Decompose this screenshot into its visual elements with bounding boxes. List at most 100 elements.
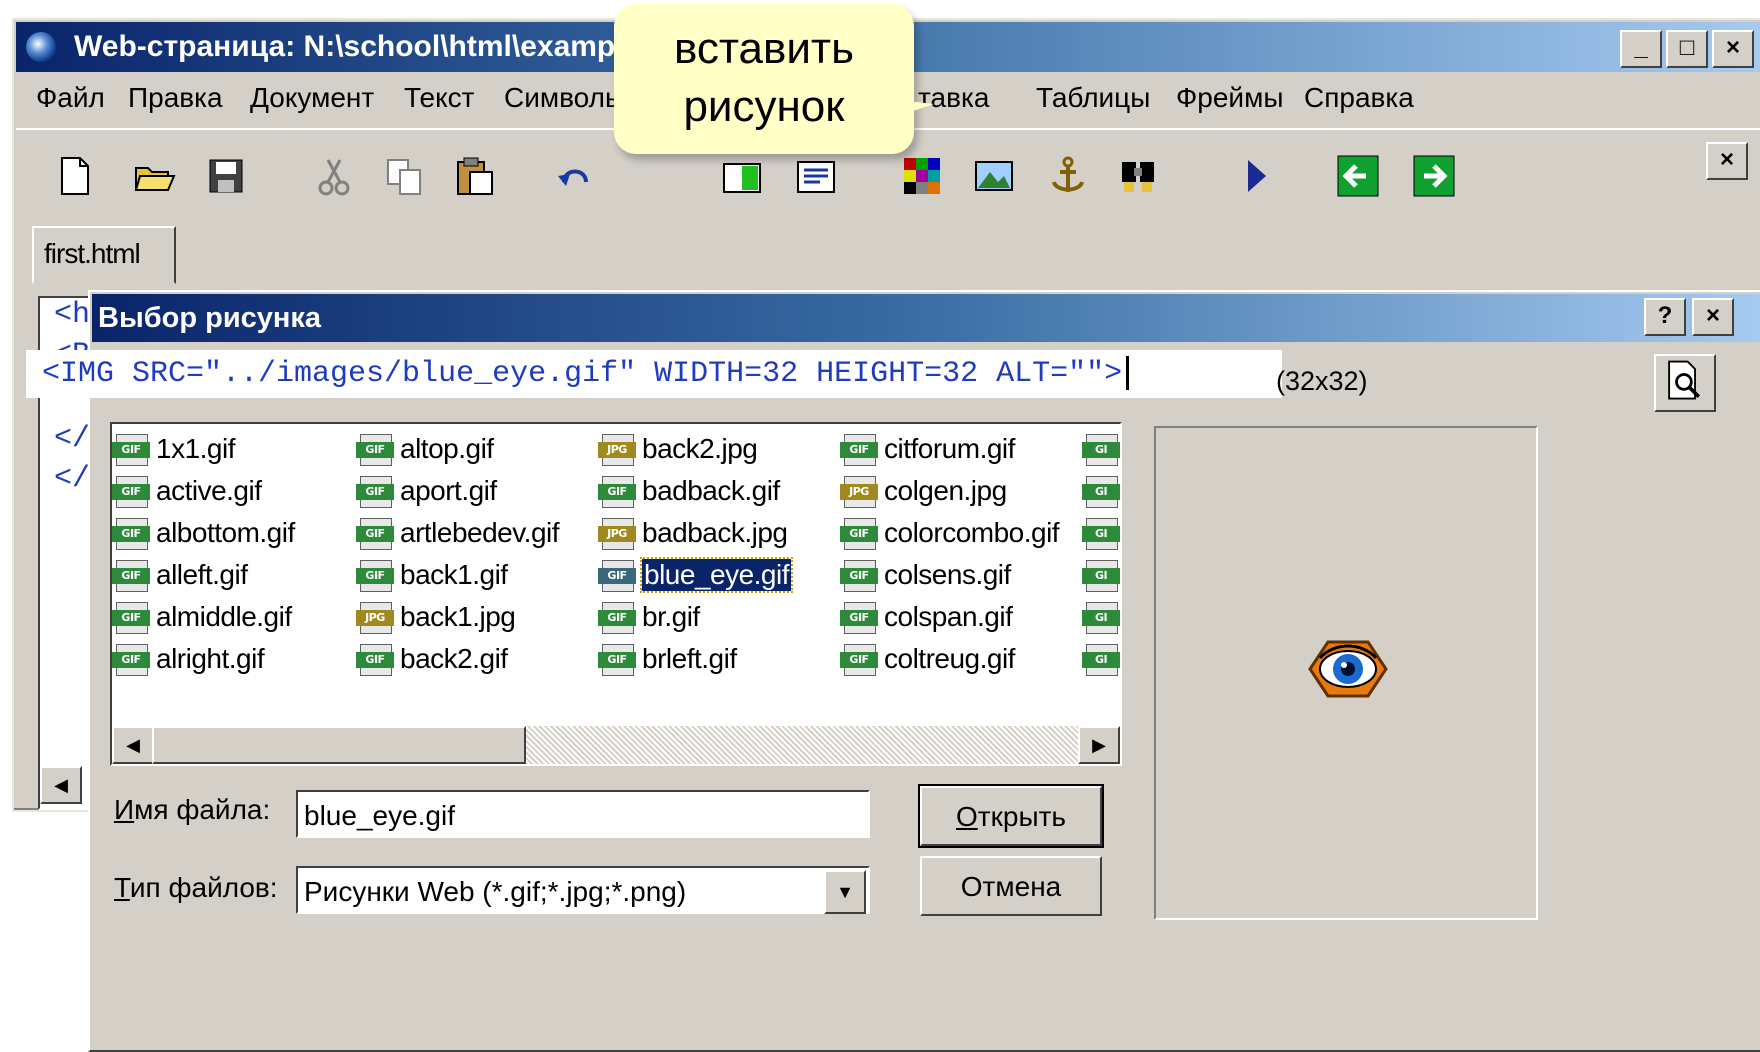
text-caret — [1126, 356, 1130, 391]
file-name: aport.gif — [400, 475, 497, 506]
file-item[interactable]: GIF 1x1.gif — [112, 428, 295, 470]
maximize-button[interactable]: □ — [1666, 30, 1708, 68]
minimize-button[interactable]: _ — [1620, 30, 1662, 68]
cut-icon[interactable] — [312, 154, 356, 198]
file-name: 1x1.gif — [156, 433, 236, 464]
menu-edit[interactable]: Правка — [128, 82, 223, 114]
paste-icon[interactable] — [452, 154, 496, 198]
menu-help[interactable]: Справка — [1304, 82, 1414, 114]
image-file-icon: GI — [1082, 434, 1120, 466]
help-button[interactable]: ? — [1644, 298, 1686, 336]
image-file-icon: JPG — [356, 602, 394, 634]
copy-icon[interactable] — [382, 154, 426, 198]
scroll-left-button[interactable]: ◀ — [112, 726, 154, 764]
image-file-icon: GIF — [356, 476, 394, 508]
save-icon[interactable] — [204, 154, 248, 198]
file-name: altop.gif — [400, 433, 494, 464]
file-item[interactable]: GIF br.gif — [598, 596, 791, 638]
menu-tables[interactable]: Таблицы — [1036, 82, 1150, 114]
file-item[interactable]: GIF back1.gif — [356, 554, 559, 596]
anchor-icon[interactable] — [1046, 154, 1090, 198]
file-name: colspan.gif — [884, 601, 1013, 632]
play-icon[interactable] — [1234, 154, 1278, 198]
file-item[interactable]: GIF alleft.gif — [112, 554, 295, 596]
file-item[interactable]: GIF citforum.gif — [840, 428, 1059, 470]
toolbar-close-button[interactable]: × — [1706, 142, 1748, 180]
file-item[interactable]: GIF active.gif — [112, 470, 295, 512]
open-folder-icon[interactable] — [132, 154, 176, 198]
file-name: badback.jpg — [642, 517, 788, 548]
dialog-titlebar[interactable]: Выбор рисунка ? × — [92, 294, 1760, 342]
chevron-down-icon[interactable]: ▼ — [824, 870, 866, 914]
file-item-partial[interactable]: GI — [1082, 596, 1120, 638]
tab-first-html[interactable]: first.html — [32, 226, 176, 284]
menu-document[interactable]: Документ — [250, 82, 374, 114]
image-file-icon: GIF — [840, 518, 878, 550]
file-item-partial[interactable]: GI — [1082, 512, 1120, 554]
image-file-icon: GIF — [112, 602, 150, 634]
file-item-partial[interactable]: GI — [1082, 428, 1120, 470]
file-item[interactable]: GIF back2.gif — [356, 638, 559, 680]
new-document-icon[interactable] — [52, 154, 96, 198]
file-item-partial[interactable]: GI — [1082, 554, 1120, 596]
image-file-icon: GIF — [840, 560, 878, 592]
file-item[interactable]: JPG back1.jpg — [356, 596, 559, 638]
menu-symbols[interactable]: Символы — [504, 82, 625, 114]
file-item[interactable]: GIF colspan.gif — [840, 596, 1059, 638]
filename-label: Имя файла: — [114, 794, 271, 825]
image-file-icon: JPG — [598, 434, 636, 466]
file-item[interactable]: GIF brleft.gif — [598, 638, 791, 680]
image-file-icon: GIF — [112, 644, 150, 676]
image-dimensions: (32x32) — [1276, 366, 1368, 396]
menu-text[interactable]: Текст — [404, 82, 475, 114]
file-item[interactable]: JPG colgen.jpg — [840, 470, 1059, 512]
image-file-icon: GI — [1082, 602, 1120, 634]
file-item[interactable]: GIF colorcombo.gif — [840, 512, 1060, 554]
file-item-partial[interactable]: GI — [1082, 470, 1120, 512]
preview-magnifier-icon — [1668, 360, 1701, 400]
back-arrow-icon[interactable] — [1336, 154, 1380, 198]
menu-file[interactable]: Файл — [36, 82, 105, 114]
window-title: Web-страница: N:\school\html\examp — [74, 30, 616, 63]
file-item-selected[interactable]: GIF blue_eye.gif — [598, 554, 794, 596]
scroll-right-button[interactable]: ▶ — [1078, 726, 1120, 764]
paragraph-icon[interactable] — [794, 154, 838, 198]
file-item[interactable]: GIF aport.gif — [356, 470, 559, 512]
editor-scroll-left-button[interactable]: ◀ — [40, 766, 82, 804]
menu-frames[interactable]: Фреймы — [1176, 82, 1283, 114]
cancel-button[interactable]: Отмена — [920, 856, 1102, 916]
file-column-partial: GI GI GI GI GI GI — [1082, 428, 1120, 680]
image-file-icon: GI — [1082, 518, 1120, 550]
open-button[interactable]: Открыть — [918, 784, 1104, 848]
file-item[interactable]: GIF badback.gif — [598, 470, 791, 512]
search-icon[interactable] — [1116, 154, 1160, 198]
scroll-thumb[interactable] — [152, 726, 526, 764]
file-item[interactable]: GIF coltreug.gif — [840, 638, 1059, 680]
file-item[interactable]: GIF albottom.gif — [112, 512, 295, 554]
tab-label: first.html — [44, 238, 141, 269]
table-icon[interactable] — [720, 154, 764, 198]
file-item[interactable]: GIF alright.gif — [112, 638, 295, 680]
file-item-partial[interactable]: GI — [1082, 638, 1120, 680]
image-file-icon: GIF — [112, 434, 150, 466]
file-list[interactable]: GI GI GI GI GI GI GIF citforum.gif JPG colgen.jpg… — [110, 422, 1122, 766]
dialog-close-button[interactable]: × — [1692, 298, 1734, 336]
preview-toggle-button[interactable] — [1654, 354, 1716, 412]
file-item[interactable]: GIF almiddle.gif — [112, 596, 295, 638]
file-item[interactable]: GIF altop.gif — [356, 428, 559, 470]
file-item[interactable]: GIF colsens.gif — [840, 554, 1059, 596]
filename-input[interactable]: blue_eye.gif — [296, 790, 870, 838]
undo-icon[interactable] — [552, 154, 596, 198]
app-icon — [26, 32, 56, 62]
image-file-icon: JPG — [840, 476, 878, 508]
file-item[interactable]: JPG back2.jpg — [598, 428, 791, 470]
color-palette-icon[interactable] — [900, 154, 944, 198]
image-icon[interactable] — [972, 154, 1016, 198]
file-item[interactable]: GIF artlebedev.gif — [356, 512, 560, 554]
forward-arrow-icon[interactable] — [1412, 154, 1456, 198]
file-name: back2.jpg — [642, 433, 758, 464]
file-list-hscrollbar[interactable]: ◀ ▶ — [112, 726, 1120, 764]
filetype-select[interactable]: Рисунки Web (*.gif;*.jpg;*.png) ▼ — [296, 866, 870, 914]
close-button[interactable]: × — [1712, 30, 1754, 68]
file-item[interactable]: JPG badback.jpg — [598, 512, 791, 554]
